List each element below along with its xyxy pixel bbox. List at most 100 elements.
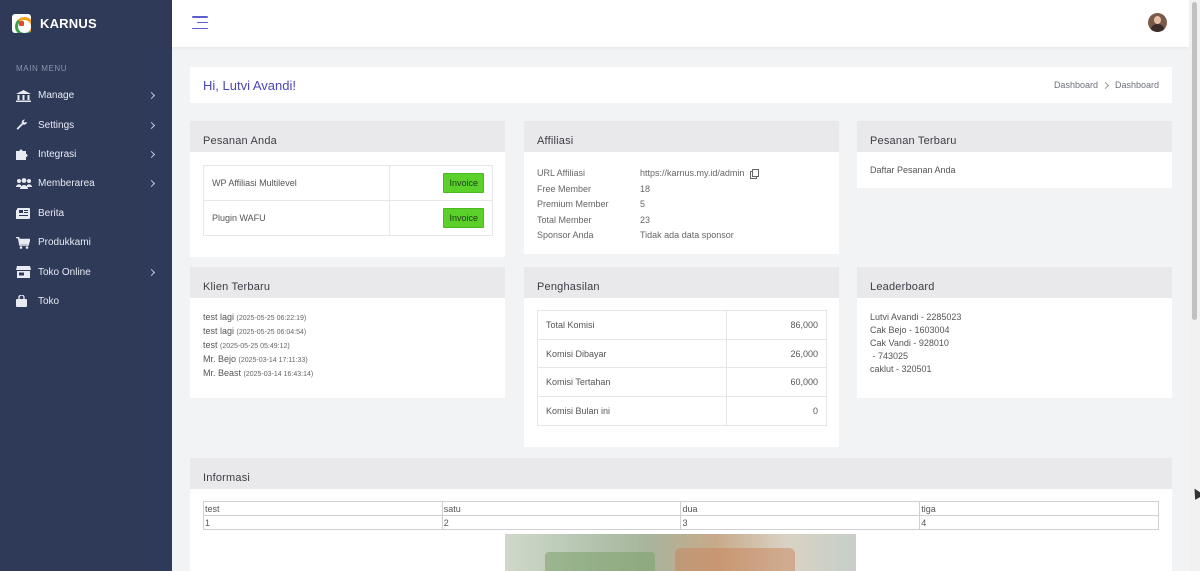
sidebar-item-berita[interactable]: Berita <box>0 199 172 228</box>
copy-icon[interactable] <box>750 169 760 180</box>
list-item: Mr. Beast (2025-03-14 16:43:14) <box>203 367 492 381</box>
chevron-right-icon <box>147 150 156 159</box>
affiliate-row: URL Affiliasi https://karnus.my.id/admin <box>537 166 826 182</box>
cart-icon <box>16 236 32 249</box>
client-timestamp: (2025-05-25 05:49:12) <box>220 343 290 350</box>
card-title: Klien Terbaru <box>190 267 505 298</box>
table-row: 1 2 3 4 <box>203 515 1159 530</box>
page-title: Hi, Lutvi Avandi! <box>203 78 296 93</box>
sidebar-item-label: Memberarea <box>38 178 95 190</box>
wrench-icon <box>16 119 32 132</box>
sidebar-item-label: Integrasi <box>38 148 77 160</box>
affiliate-value: Tidak ada data sponsor <box>640 230 734 241</box>
invoice-button[interactable]: Invoice <box>443 208 484 228</box>
income-value: 60,000 <box>726 367 827 398</box>
sidebar-item-label: Toko <box>38 295 60 307</box>
list-item: caklut - 320501 <box>870 364 932 374</box>
affiliate-row: Sponsor Anda Tidak ada data sponsor <box>537 228 826 244</box>
client-timestamp: (2025-03-14 17:11:33) <box>238 357 308 364</box>
affiliate-value: 18 <box>640 183 651 194</box>
affiliate-value: 23 <box>640 214 651 225</box>
card-informasi: Informasi test satu dua tiga 1 2 3 4 <box>190 458 1172 571</box>
puzzle-icon <box>16 148 32 161</box>
table-cell: tiga <box>919 501 1159 516</box>
affiliate-row: Free Member 18 <box>537 182 826 198</box>
user-avatar[interactable] <box>1148 13 1167 32</box>
list-item: test lagi (2025-05-25 06:04:54) <box>203 325 492 339</box>
chevron-right-icon <box>147 92 156 100</box>
topbar <box>172 0 1189 47</box>
table-row: WP Affiliasi Multilevel Invoice <box>203 165 493 201</box>
breadcrumb: Dashboard Dashboard <box>1054 80 1159 90</box>
sidebar-item-produkkami[interactable]: Produkkami <box>0 228 172 257</box>
sidebar: KARNUS MAIN MENU Manage Settings Integra… <box>0 0 172 571</box>
income-value: 26,000 <box>726 338 827 369</box>
sidebar-item-toko-online[interactable]: Toko Online <box>0 257 172 286</box>
list-item: Lutvi Avandi - 2285023 <box>870 312 962 322</box>
income-label: Komisi Tertahan <box>537 367 727 398</box>
breadcrumb-link-dashboard[interactable]: Dashboard <box>1054 80 1098 90</box>
affiliate-key: Total Member <box>537 214 592 225</box>
list-item: Cak Bejo - 1603004 <box>870 325 950 335</box>
scrollbar-thumb[interactable] <box>1192 2 1197 320</box>
card-title: Pesanan Terbaru <box>857 121 1172 152</box>
invoice-button[interactable]: Invoice <box>443 173 484 193</box>
order-table: WP Affiliasi Multilevel Invoice Plugin W… <box>203 165 493 236</box>
sidebar-item-settings[interactable]: Settings <box>0 110 172 139</box>
table-cell: 3 <box>680 515 921 530</box>
bank-icon <box>16 89 32 102</box>
sidebar-item-memberarea[interactable]: Memberarea <box>0 169 172 198</box>
sidebar-item-label: Produkkami <box>38 237 91 249</box>
chevron-right-icon <box>147 180 156 188</box>
brand[interactable]: KARNUS <box>0 0 172 47</box>
table-row: Plugin WAFU Invoice <box>203 200 493 236</box>
card-penghasilan: Penghasilan Total Komisi 86,000 Komisi Di… <box>524 267 839 447</box>
income-label: Total Komisi <box>537 310 727 340</box>
affiliate-key: Premium Member <box>537 199 609 210</box>
affiliate-key: URL Affiliasi <box>537 168 586 178</box>
orders-list-text: Daftar Pesanan Anda <box>870 165 956 175</box>
card-affiliasi: Affiliasi URL Affiliasi https://karnus.m… <box>524 121 839 254</box>
shopping-bag-icon <box>16 295 32 308</box>
affiliate-value: 5 <box>640 199 646 210</box>
order-name: WP Affiliasi Multilevel <box>203 165 390 201</box>
card-title: Penghasilan <box>524 267 839 298</box>
table-cell: 1 <box>203 515 443 530</box>
list-item: - 743025 <box>870 351 909 361</box>
store-icon <box>16 266 32 279</box>
list-item: Mr. Bejo (2025-03-14 17:11:33) <box>203 353 492 367</box>
table-cell: test <box>203 501 443 516</box>
card-pesanan-anda: Pesanan Anda WP Affiliasi Multilevel Inv… <box>190 121 505 257</box>
chevron-right-icon <box>147 121 156 129</box>
income-value: 0 <box>726 396 827 426</box>
card-title: Pesanan Anda <box>190 121 505 152</box>
table-row: Komisi Tertahan 60,000 <box>537 367 827 398</box>
table-cell: dua <box>680 501 921 516</box>
client-name: test <box>203 340 218 350</box>
sidebar-item-label: Berita <box>38 207 65 219</box>
sidebar-item-label: Manage <box>38 90 75 102</box>
affiliate-row: Total Member 23 <box>537 213 826 229</box>
table-cell: satu <box>441 501 682 516</box>
client-name: test lagi <box>203 326 235 336</box>
sidebar-item-manage[interactable]: Manage <box>0 81 172 110</box>
table-row: Komisi Dibayar 26,000 <box>537 338 827 369</box>
table-row: test satu dua tiga <box>203 501 1159 516</box>
table-row: Komisi Bulan ini 0 <box>537 396 827 426</box>
affiliate-row: Premium Member 5 <box>537 197 826 213</box>
chevron-right-icon <box>1101 81 1110 89</box>
list-item: Cak Vandi - 928010 <box>870 338 949 348</box>
table-row: Total Komisi 86,000 <box>537 310 827 340</box>
greeting-bar: Hi, Lutvi Avandi! Dashboard Dashboard <box>190 67 1172 103</box>
card-klien-terbaru: Klien Terbaru test lagi (2025-05-25 06:2… <box>190 267 505 398</box>
sidebar-item-integrasi[interactable]: Integrasi <box>0 140 172 169</box>
list-item: test (2025-05-25 05:49:12) <box>203 339 492 353</box>
income-label: Komisi Bulan ini <box>537 396 727 426</box>
order-name: Plugin WAFU <box>203 200 390 236</box>
menu-toggle-icon[interactable] <box>192 16 208 30</box>
affiliate-url[interactable]: https://karnus.my.id/admin <box>640 166 744 182</box>
card-title: Affiliasi <box>524 121 839 152</box>
users-icon <box>16 177 32 190</box>
client-name: Mr. Bejo <box>203 354 237 364</box>
sidebar-item-toko[interactable]: Toko <box>0 287 172 316</box>
